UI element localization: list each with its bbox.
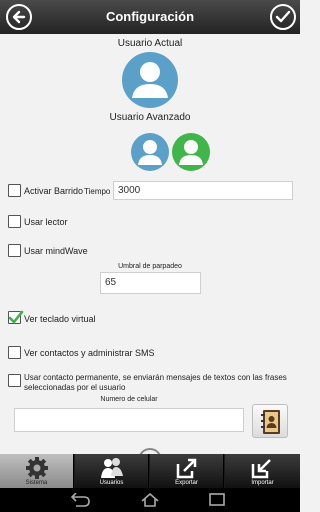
nav-back-icon[interactable]	[70, 493, 92, 507]
virtual-keyboard-label: Ver teclado virtual	[24, 314, 96, 324]
tab-system-label: Sistema	[25, 480, 48, 486]
virtual-keyboard-checkbox[interactable]	[8, 310, 24, 324]
tab-users-label: Usuarios	[99, 480, 124, 486]
users-icon	[101, 458, 123, 478]
time-input[interactable]: 3000	[113, 181, 293, 200]
import-icon	[251, 459, 271, 479]
sweep-label: Activar Barrido	[24, 186, 84, 196]
mindwave-checkbox[interactable]	[8, 244, 21, 257]
blink-threshold-label: Umbral de parpadeo	[118, 263, 182, 270]
advanced-user-avatar-blue[interactable]	[131, 133, 169, 171]
gear-icon	[26, 457, 48, 479]
page-title: Configuración	[105, 9, 195, 24]
permanent-contact-checkbox[interactable]	[8, 374, 21, 387]
app-header: Configuración	[0, 0, 300, 34]
permanent-contact-label: Usar contacto permanente, se enviarán me…	[24, 373, 287, 392]
tab-system[interactable]: Sistema	[0, 454, 74, 488]
tab-import-label: Importar	[251, 480, 274, 486]
current-user-label: Usuario Actual	[117, 38, 183, 49]
sweep-checkbox[interactable]	[8, 184, 21, 197]
contacts-sms-checkbox[interactable]	[8, 346, 21, 359]
nav-recents-icon[interactable]	[208, 493, 228, 507]
blink-threshold-input[interactable]: 65	[100, 272, 201, 294]
contacts-book-button[interactable]	[252, 404, 288, 438]
cell-number-input[interactable]	[14, 408, 244, 432]
bottom-tab-bar: Sistema Usuarios Exportar Importar	[0, 454, 300, 488]
checkmark-icon	[8, 310, 24, 324]
address-book-icon	[261, 410, 280, 434]
current-user-avatar[interactable]	[122, 52, 178, 108]
tab-export[interactable]: Exportar	[150, 454, 224, 488]
advanced-user-label: Usuario Avanzado	[109, 112, 191, 123]
time-label: Tiempo	[84, 187, 111, 196]
confirm-button[interactable]	[270, 4, 296, 30]
system-nav-bar	[0, 488, 300, 512]
tab-export-label: Exportar	[175, 480, 198, 486]
cell-number-label: Numero de celular	[100, 396, 158, 403]
advanced-user-avatar-green[interactable]	[172, 133, 210, 171]
contacts-sms-label: Ver contactos y administrar SMS	[24, 348, 155, 358]
reader-checkbox[interactable]	[8, 215, 21, 228]
user-avatar-icon	[131, 133, 169, 171]
user-avatar-icon	[172, 133, 210, 171]
reader-label: Usar lector	[24, 217, 68, 227]
tab-import[interactable]: Importar	[225, 454, 300, 488]
user-avatar-icon	[122, 52, 178, 108]
mindwave-label: Usar mindWave	[24, 246, 88, 256]
tab-users[interactable]: Usuarios	[75, 454, 149, 488]
export-icon	[176, 458, 197, 479]
nav-home-icon[interactable]	[140, 493, 160, 507]
checkmark-icon	[275, 10, 291, 23]
settings-content: Usuario Actual Usuario Avanzado Activar …	[0, 34, 300, 460]
